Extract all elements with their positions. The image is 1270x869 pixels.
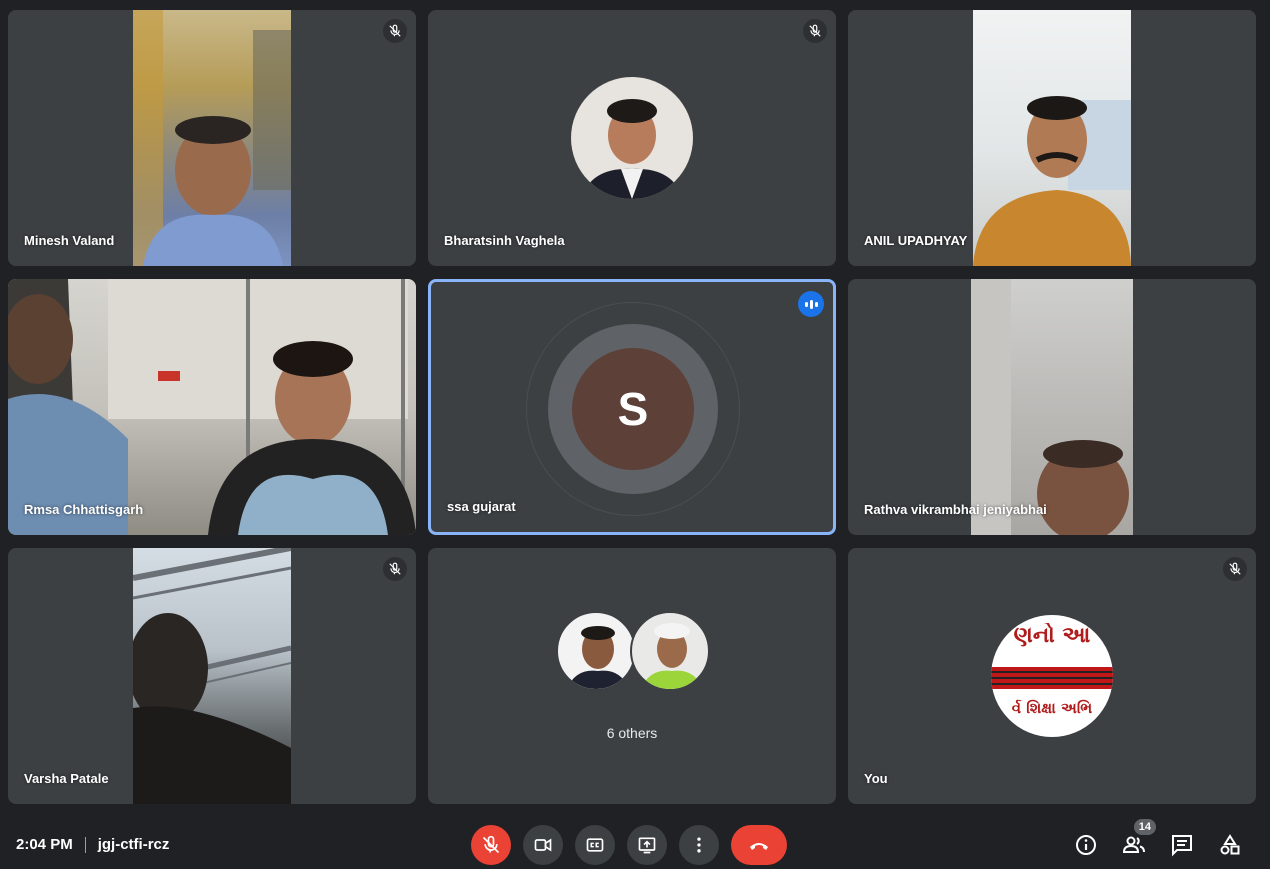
participant-name: Minesh Valand	[24, 233, 115, 248]
participant-name: ssa gujarat	[447, 499, 516, 514]
meeting-toolbar: 2:04 PM jgj-ctfi-rcz 14	[0, 815, 1270, 869]
meeting-info: 2:04 PM jgj-ctfi-rcz	[16, 836, 169, 853]
speaking-indicator-icon	[798, 291, 824, 317]
participant-video	[971, 279, 1133, 535]
participant-tile-anil-upadhyay[interactable]: ANIL UPADHYAY	[848, 10, 1256, 266]
participant-tile-bharatsinh-vaghela[interactable]: Bharatsinh Vaghela	[428, 10, 836, 266]
end-call-icon	[750, 843, 768, 850]
participant-name: Varsha Patale	[24, 771, 109, 786]
leave-call-button[interactable]	[731, 825, 787, 865]
participant-video	[133, 10, 291, 266]
more-options-button[interactable]	[679, 825, 719, 865]
participant-name: Bharatsinh Vaghela	[444, 233, 565, 248]
other-participant-avatar	[630, 611, 710, 691]
people-button[interactable]: 14	[1120, 817, 1158, 859]
present-icon	[638, 837, 656, 854]
participant-grid: Minesh Valand Bharatsinh Vaghela ANIL UP…	[0, 0, 1270, 815]
mic-off-icon	[803, 19, 827, 43]
participant-name: Rmsa Chhattisgarh	[24, 502, 144, 517]
participant-video	[8, 279, 416, 535]
other-participant-avatar	[556, 611, 636, 691]
participant-avatar	[571, 77, 693, 199]
avatar-initial: S	[617, 383, 649, 435]
participant-tile-ssa-gujarat[interactable]: S ssa gujarat	[428, 279, 836, 535]
participant-tile-minesh-valand[interactable]: Minesh Valand	[8, 10, 416, 266]
participant-video	[128, 548, 292, 804]
participant-avatar: ણનો આ ર્વ શિક્ષા અભિ	[991, 615, 1113, 737]
camera-icon	[534, 838, 552, 852]
participant-tile-you[interactable]: ણનો આ ર્વ શિક્ષા અભિ You	[848, 548, 1256, 804]
mic-off-icon	[482, 835, 500, 854]
divider	[84, 836, 86, 853]
others-label: 6 others	[606, 725, 658, 741]
avatar-stripe	[991, 667, 1113, 689]
microphone-button[interactable]	[471, 825, 511, 865]
meeting-code[interactable]: jgj-ctfi-rcz	[98, 836, 170, 853]
chat-button[interactable]	[1168, 831, 1196, 859]
mic-off-icon	[383, 557, 407, 581]
participant-name: Rathva vikrambhai jeniyabhai	[864, 502, 1047, 517]
chat-icon	[1172, 835, 1192, 857]
people-count-badge: 14	[1131, 817, 1158, 837]
participant-tile-varsha-patale[interactable]: Varsha Patale	[8, 548, 416, 804]
activities-icon	[1220, 834, 1240, 855]
participant-tile-rathva-vikrambhai[interactable]: Rathva vikrambhai jeniyabhai	[848, 279, 1256, 535]
avatar-text-top: ણનો આ	[1013, 623, 1091, 648]
meeting-details-button[interactable]	[1072, 831, 1100, 859]
captions-icon	[586, 838, 604, 852]
avatar-text-bottom: ર્વ શિક્ષા અભિ	[1011, 699, 1093, 717]
participant-tile-rmsa-chhattisgarh[interactable]: Rmsa Chhattisgarh	[8, 279, 416, 535]
participant-name: ANIL UPADHYAY	[864, 233, 968, 248]
activities-button[interactable]	[1216, 831, 1244, 859]
participant-video	[973, 10, 1131, 266]
more-icon	[697, 837, 701, 853]
others-tile[interactable]: 6 others	[428, 548, 836, 804]
mic-off-icon	[1223, 557, 1247, 581]
clock-time: 2:04 PM	[16, 836, 73, 853]
present-button[interactable]	[627, 825, 667, 865]
captions-button[interactable]	[575, 825, 615, 865]
participant-name: You	[864, 771, 888, 786]
camera-button[interactable]	[523, 825, 563, 865]
participant-avatar: S	[572, 348, 694, 470]
info-icon	[1076, 835, 1096, 855]
mic-off-icon	[383, 19, 407, 43]
